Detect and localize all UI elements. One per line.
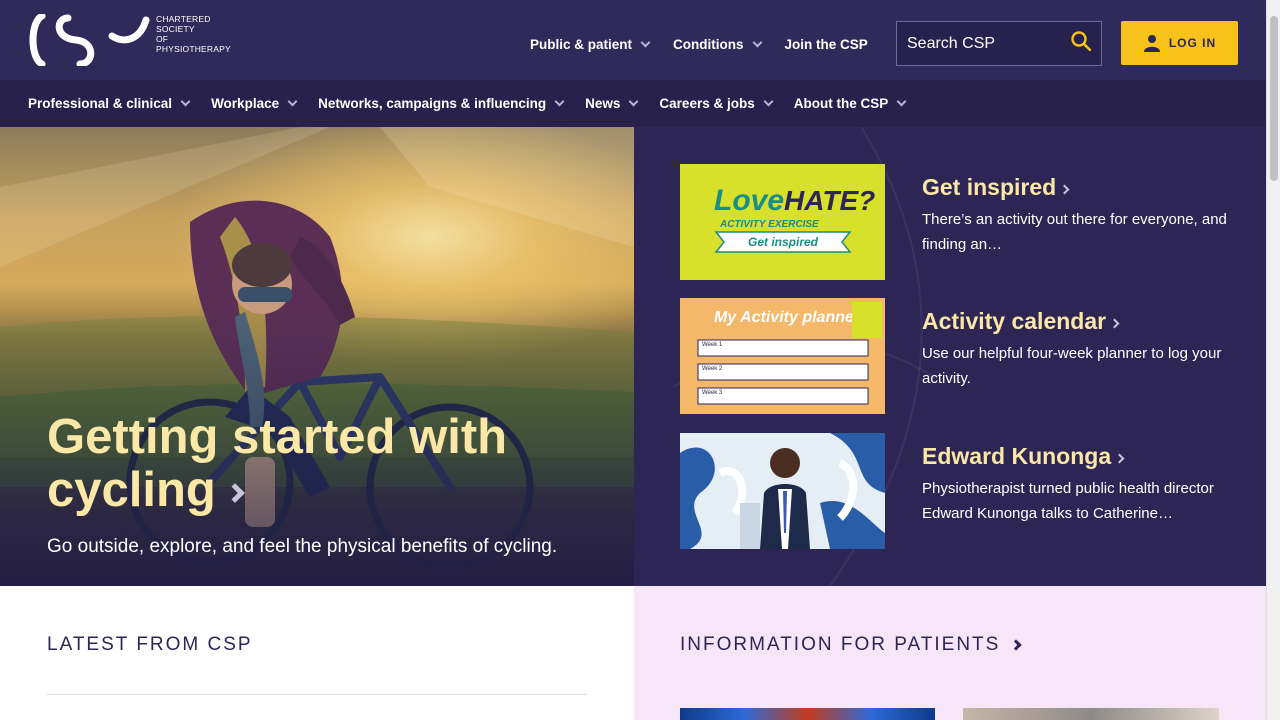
latest-heading: LATEST FROM CSP — [47, 634, 253, 655]
nav-item-professional-clinical[interactable]: Professional & clinical — [28, 96, 191, 111]
portrait-photo — [680, 433, 885, 549]
top-link-join[interactable]: Join the CSP — [785, 37, 868, 52]
nav-item-label: Careers & jobs — [659, 96, 755, 111]
user-icon — [1143, 35, 1160, 52]
nav-item-label: Workplace — [211, 96, 280, 111]
top-link-label: Conditions — [673, 37, 744, 52]
feature-card-body: Edward Kunonga Physiotherapist turned pu… — [922, 433, 1232, 549]
feature-card-title-text: Activity calendar — [922, 308, 1107, 334]
chevron-down-icon — [896, 96, 907, 107]
login-button[interactable]: LOG IN — [1121, 21, 1238, 65]
nav-item-label: News — [585, 96, 621, 111]
top-link-label: Join the CSP — [784, 37, 868, 52]
main-nav: Professional & clinical Workplace Networ… — [0, 80, 1266, 127]
patient-card-image[interactable] — [963, 708, 1219, 720]
planner-week-3: Week 3 — [702, 390, 723, 396]
feature-card-title[interactable]: Get inspired — [922, 174, 1232, 201]
hero-feature[interactable]: Getting started with cycling Go outside,… — [0, 127, 634, 586]
utility-nav: Public & patient Conditions Join the CSP — [530, 37, 892, 52]
patients-section: INFORMATION FOR PATIENTS — [634, 586, 1266, 720]
chevron-right-icon — [1010, 639, 1022, 651]
scrollbar-thumb[interactable] — [1270, 16, 1278, 181]
feature-card-edward-kunonga[interactable]: Edward Kunonga Physiotherapist turned pu… — [680, 433, 1240, 549]
latest-section: LATEST FROM CSP — [0, 586, 634, 720]
feature-card-title[interactable]: Activity calendar — [922, 308, 1232, 335]
chevron-down-icon — [640, 37, 651, 48]
hero-title[interactable]: Getting started with cycling — [47, 411, 567, 517]
chevron-right-icon — [1114, 453, 1125, 464]
chevron-right-icon — [1059, 184, 1070, 195]
csp-logo[interactable]: CHARTERED SOCIETY OF PHYSIOTHERAPY — [28, 14, 231, 66]
hate-word: HATE? — [784, 185, 875, 216]
love-hate-graphic: Love HATE? ACTIVITY EXERCISE Get inspire… — [680, 164, 885, 280]
search-box — [896, 21, 1102, 66]
planner-week-1: Week 1 — [702, 342, 723, 348]
page-scrollbar[interactable] — [1266, 0, 1280, 720]
logo-line: OF — [156, 34, 169, 44]
feature-card-get-inspired[interactable]: Love HATE? ACTIVITY EXERCISE Get inspire… — [680, 164, 1240, 280]
site-header: CHARTERED SOCIETY OF PHYSIOTHERAPY Publi… — [0, 0, 1266, 80]
chevron-down-icon — [287, 96, 298, 107]
feature-card-description: Physiotherapist turned public health dir… — [922, 480, 1214, 522]
csp-logo-mark-icon — [29, 14, 150, 66]
chevron-down-icon — [763, 96, 774, 107]
chevron-down-icon — [752, 37, 762, 48]
feature-card-title-text: Edward Kunonga — [922, 443, 1112, 469]
activity-exercise-text: ACTIVITY EXERCISE — [719, 219, 819, 230]
chevron-right-icon — [1109, 318, 1120, 329]
nav-item-workplace[interactable]: Workplace — [211, 96, 298, 111]
logo-wordmark: CHARTERED SOCIETY OF PHYSIOTHERAPY — [156, 14, 231, 54]
chevron-down-icon — [180, 96, 191, 107]
love-word: Love — [714, 184, 784, 217]
get-inspired-ribbon: Get inspired — [748, 235, 819, 249]
planner-week-2: Week 2 — [702, 366, 723, 372]
top-link-label: Public & patient — [530, 37, 633, 52]
hero-gradient-overlay — [0, 127, 634, 586]
chevron-right-icon — [224, 483, 245, 503]
logo-line: SOCIETY — [156, 24, 195, 34]
activity-planner-graphic: My Activity planner Week 1 Week 2 Week 3 — [680, 298, 885, 414]
logo-line: CHARTERED — [156, 14, 211, 24]
feature-card-activity-calendar[interactable]: My Activity planner Week 1 Week 2 Week 3… — [680, 298, 1240, 414]
nav-item-networks[interactable]: Networks, campaigns & influencing — [318, 96, 565, 111]
portrait-thumbnail — [680, 433, 885, 549]
search-icon[interactable] — [1071, 31, 1092, 56]
top-link-public-patient[interactable]: Public & patient — [530, 37, 651, 52]
patients-heading[interactable]: INFORMATION FOR PATIENTS — [680, 634, 1022, 656]
chevron-down-icon — [628, 96, 639, 107]
patients-heading-text: INFORMATION FOR PATIENTS — [680, 634, 1001, 655]
nav-item-about[interactable]: About the CSP — [793, 96, 907, 111]
top-link-conditions[interactable]: Conditions — [673, 37, 762, 52]
feature-card-description: Use our helpful four-week planner to log… — [922, 345, 1222, 387]
feature-card-body: Activity calendar Use our helpful four-w… — [922, 298, 1232, 414]
planner-heading: My Activity planner — [714, 309, 861, 326]
logo-line: PHYSIOTHERAPY — [156, 44, 231, 54]
feature-card-title-text: Get inspired — [922, 174, 1057, 200]
activity-planner-thumbnail: My Activity planner Week 1 Week 2 Week 3 — [680, 298, 885, 414]
feature-list: Love HATE? ACTIVITY EXERCISE Get inspire… — [634, 127, 1266, 586]
nav-item-label: About the CSP — [793, 96, 889, 111]
hero-title-text: Getting started with cycling — [47, 410, 508, 517]
patient-card-image[interactable] — [680, 708, 935, 720]
login-label: LOG IN — [1168, 36, 1217, 50]
feature-card-title[interactable]: Edward Kunonga — [922, 443, 1232, 470]
love-hate-thumbnail: Love HATE? ACTIVITY EXERCISE Get inspire… — [680, 164, 885, 280]
feature-card-description: There’s an activity out there for everyo… — [922, 211, 1227, 253]
nav-item-careers[interactable]: Careers & jobs — [659, 96, 774, 111]
chevron-down-icon — [554, 96, 565, 107]
nav-item-label: Professional & clinical — [28, 96, 173, 111]
feature-card-body: Get inspired There’s an activity out the… — [922, 164, 1232, 280]
search-input[interactable] — [907, 34, 1057, 53]
nav-item-news[interactable]: News — [585, 96, 639, 111]
nav-item-label: Networks, campaigns & influencing — [318, 96, 547, 111]
divider — [47, 694, 587, 695]
hero-subtitle: Go outside, explore, and feel the physic… — [47, 536, 558, 557]
